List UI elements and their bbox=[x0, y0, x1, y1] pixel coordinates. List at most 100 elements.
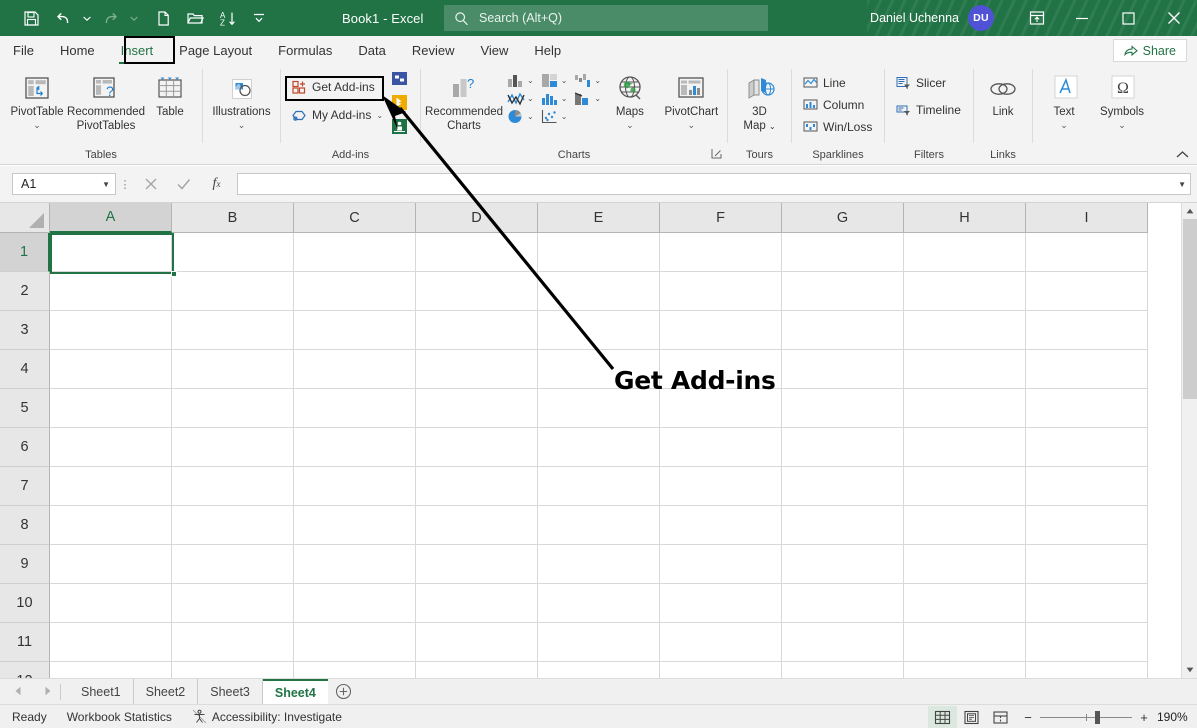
cell-d8[interactable] bbox=[416, 506, 538, 545]
formula-input[interactable]: ▼ bbox=[237, 173, 1191, 195]
cell-c9[interactable] bbox=[294, 545, 416, 584]
sheet-tab-sheet3[interactable]: Sheet3 bbox=[198, 679, 263, 705]
cell-i10[interactable] bbox=[1026, 584, 1148, 623]
cell-a5[interactable] bbox=[50, 389, 172, 428]
name-box[interactable]: A1 ▼ bbox=[12, 173, 116, 195]
chevron-down-icon[interactable]: ⌄ bbox=[688, 121, 696, 129]
row-header-4[interactable]: 4 bbox=[0, 350, 50, 389]
row-header-11[interactable]: 11 bbox=[0, 623, 50, 662]
redo-chevron-down-icon[interactable] bbox=[127, 5, 140, 31]
column-header-d[interactable]: D bbox=[416, 203, 538, 233]
customize-quick-access-toolbar-icon[interactable] bbox=[244, 5, 274, 31]
chevron-down-icon[interactable]: ⌄ bbox=[1060, 121, 1068, 129]
cancel-x-icon[interactable] bbox=[134, 173, 167, 195]
cell-f6[interactable] bbox=[660, 428, 782, 467]
row-header-3[interactable]: 3 bbox=[0, 311, 50, 350]
cell-e7[interactable] bbox=[538, 467, 660, 506]
column-header-a[interactable]: A bbox=[50, 203, 172, 233]
cell-c1[interactable] bbox=[294, 233, 416, 272]
cell-g9[interactable] bbox=[782, 545, 904, 584]
chevron-down-icon[interactable]: ⌄ bbox=[561, 94, 568, 103]
right-arrow-icon[interactable] bbox=[43, 686, 52, 698]
sort-az-icon[interactable]: AZ bbox=[212, 5, 242, 31]
3d-map-button[interactable]: 3DMap ⌄ bbox=[731, 68, 789, 133]
chevron-down-icon[interactable]: ⌄ bbox=[33, 121, 41, 129]
cell-h11[interactable] bbox=[904, 623, 1026, 662]
page-layout-view-icon[interactable] bbox=[957, 706, 986, 728]
cell-b3[interactable] bbox=[172, 311, 294, 350]
cell-e9[interactable] bbox=[538, 545, 660, 584]
people-graph-icon[interactable] bbox=[391, 118, 408, 140]
column-header-e[interactable]: E bbox=[538, 203, 660, 233]
zoom-slider-thumb[interactable] bbox=[1095, 711, 1100, 724]
chevron-down-icon[interactable]: ⌄ bbox=[561, 76, 568, 85]
pivottable-button[interactable]: PivotTable ⌄ bbox=[6, 68, 68, 129]
cell-i2[interactable] bbox=[1026, 272, 1148, 311]
cell-d3[interactable] bbox=[416, 311, 538, 350]
cell-g1[interactable] bbox=[782, 233, 904, 272]
accessibility-button[interactable]: Accessibility: Investigate bbox=[182, 709, 352, 724]
account-info[interactable]: Daniel Uchenna DU bbox=[870, 0, 994, 36]
share-button[interactable]: Share bbox=[1113, 39, 1187, 62]
cell-c7[interactable] bbox=[294, 467, 416, 506]
close-icon[interactable] bbox=[1151, 0, 1197, 36]
cell-g10[interactable] bbox=[782, 584, 904, 623]
cell-e6[interactable] bbox=[538, 428, 660, 467]
sheet-tab-sheet2[interactable]: Sheet2 bbox=[134, 679, 199, 705]
chevron-down-icon[interactable]: ▼ bbox=[102, 180, 110, 189]
cell-i4[interactable] bbox=[1026, 350, 1148, 389]
cell-f10[interactable] bbox=[660, 584, 782, 623]
statistic-chart-icon[interactable]: ⌄ bbox=[537, 90, 571, 107]
cell-e11[interactable] bbox=[538, 623, 660, 662]
cell-f8[interactable] bbox=[660, 506, 782, 545]
column-header-f[interactable]: F bbox=[660, 203, 782, 233]
row-header-9[interactable]: 9 bbox=[0, 545, 50, 584]
line-chart-icon[interactable]: ⌄ bbox=[503, 90, 537, 107]
cell-a2[interactable] bbox=[50, 272, 172, 311]
cell-c10[interactable] bbox=[294, 584, 416, 623]
tab-home[interactable]: Home bbox=[47, 36, 108, 65]
cell-e2[interactable] bbox=[538, 272, 660, 311]
insert-function-fx-icon[interactable]: fx bbox=[200, 173, 233, 195]
cell-a11[interactable] bbox=[50, 623, 172, 662]
cell-h6[interactable] bbox=[904, 428, 1026, 467]
sparkline-column-button[interactable]: Column bbox=[798, 94, 877, 116]
cell-c4[interactable] bbox=[294, 350, 416, 389]
save-icon[interactable] bbox=[16, 5, 46, 31]
cell-f7[interactable] bbox=[660, 467, 782, 506]
cell-d1[interactable] bbox=[416, 233, 538, 272]
cell-d7[interactable] bbox=[416, 467, 538, 506]
cell-g3[interactable] bbox=[782, 311, 904, 350]
cell-i6[interactable] bbox=[1026, 428, 1148, 467]
enter-check-icon[interactable] bbox=[167, 173, 200, 195]
table-button[interactable]: Table bbox=[144, 68, 196, 120]
tab-page-layout[interactable]: Page Layout bbox=[166, 36, 265, 65]
cell-h4[interactable] bbox=[904, 350, 1026, 389]
cell-g5[interactable] bbox=[782, 389, 904, 428]
cell-e8[interactable] bbox=[538, 506, 660, 545]
left-arrow-icon[interactable] bbox=[14, 686, 23, 698]
add-sheet-plus-circle-icon[interactable] bbox=[328, 683, 360, 700]
slicer-button[interactable]: Slicer bbox=[891, 72, 966, 94]
cell-b9[interactable] bbox=[172, 545, 294, 584]
cell-f2[interactable] bbox=[660, 272, 782, 311]
cell-b4[interactable] bbox=[172, 350, 294, 389]
cell-g2[interactable] bbox=[782, 272, 904, 311]
cell-b11[interactable] bbox=[172, 623, 294, 662]
cell-b5[interactable] bbox=[172, 389, 294, 428]
row-header-1[interactable]: 1 bbox=[0, 233, 50, 272]
tab-view[interactable]: View bbox=[467, 36, 521, 65]
new-document-icon[interactable] bbox=[148, 5, 178, 31]
text-button[interactable]: Text ⌄ bbox=[1036, 68, 1092, 129]
cell-b10[interactable] bbox=[172, 584, 294, 623]
row-header-7[interactable]: 7 bbox=[0, 467, 50, 506]
cell-i3[interactable] bbox=[1026, 311, 1148, 350]
chevron-down-icon[interactable]: ⌄ bbox=[376, 111, 383, 120]
workbook-statistics-button[interactable]: Workbook Statistics bbox=[57, 710, 182, 724]
tab-formulas[interactable]: Formulas bbox=[265, 36, 345, 65]
spreadsheet-grid[interactable]: A B C D E F G H I 1 2 3 4 5 6 7 8 9 10 1… bbox=[0, 203, 1197, 678]
cell-a6[interactable] bbox=[50, 428, 172, 467]
cell-f11[interactable] bbox=[660, 623, 782, 662]
cell-a8[interactable] bbox=[50, 506, 172, 545]
column-chart-icon[interactable]: ⌄ bbox=[503, 72, 537, 89]
